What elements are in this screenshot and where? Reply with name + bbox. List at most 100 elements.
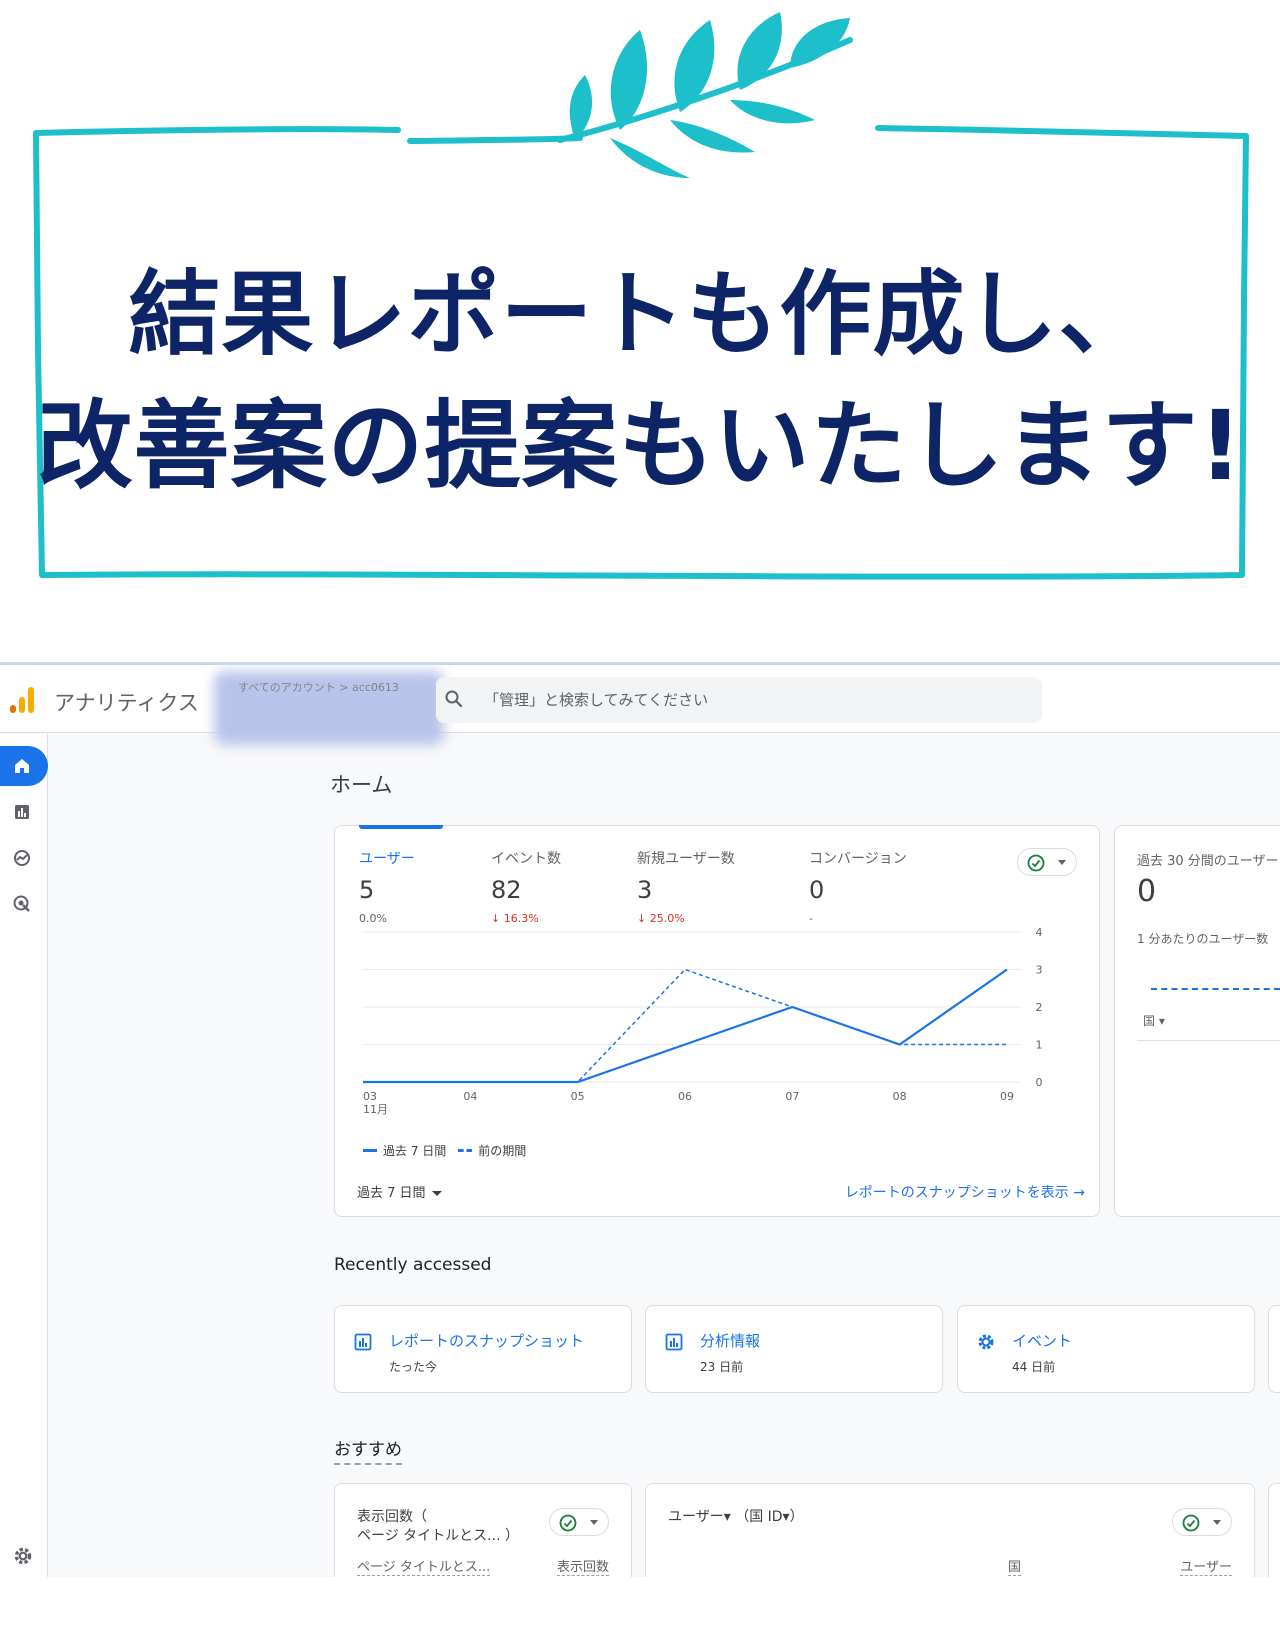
legend-swatch-previous bbox=[458, 1149, 473, 1152]
realtime-bar-placeholder bbox=[1151, 988, 1280, 990]
recent-item-time: 23 日前 bbox=[700, 1360, 744, 1374]
x-tick-label: 07 bbox=[785, 1090, 799, 1103]
x-tick-label: 05 bbox=[571, 1090, 585, 1103]
app-name: アナリティクス bbox=[54, 691, 199, 715]
analytics-logo-icon bbox=[10, 685, 36, 713]
metric-label: コンバージョン bbox=[809, 851, 907, 867]
recommendation-card[interactable]: 表示回数（ ページ タイトルとス... ） ページ タイトルとス... 表示回数 bbox=[334, 1483, 632, 1577]
recommendation-title-line: 表示回数（ bbox=[357, 1509, 427, 1525]
status-check-dropdown[interactable] bbox=[1172, 1508, 1232, 1536]
chevron-down-icon bbox=[590, 1520, 598, 1525]
y-tick-label: 4 bbox=[1036, 926, 1043, 939]
metric-users[interactable]: ユーザー 5 0.0% bbox=[359, 848, 415, 925]
column-header[interactable]: 表示回数 bbox=[556, 1556, 609, 1576]
nav-explore[interactable] bbox=[0, 838, 48, 878]
metric-label: 新規ユーザー数 bbox=[637, 851, 735, 867]
chevron-down-icon bbox=[1213, 1520, 1221, 1525]
recommendation-title: 表示回数（ ページ タイトルとス... ） bbox=[357, 1508, 519, 1546]
check-circle-icon bbox=[1027, 854, 1045, 872]
report-icon bbox=[354, 1333, 372, 1351]
search-icon[interactable] bbox=[444, 689, 464, 709]
search-placeholder[interactable]: 「管理」と検索してみてください bbox=[484, 689, 708, 710]
realtime-country-label: 国 bbox=[1143, 1014, 1156, 1028]
y-tick-label: 1 bbox=[1036, 1039, 1043, 1052]
home-icon bbox=[15, 759, 29, 773]
x-sub-label: 11月 bbox=[363, 1103, 388, 1116]
legend-previous: 前の期間 bbox=[478, 1144, 527, 1158]
recent-item[interactable]: イベント 44 日前 bbox=[957, 1305, 1255, 1393]
legend-current: 過去 7 日間 bbox=[383, 1144, 447, 1158]
divider bbox=[1137, 1040, 1280, 1041]
metric-value: 0 bbox=[809, 876, 825, 904]
status-check-dropdown[interactable] bbox=[549, 1508, 609, 1536]
caret-down-icon: ▾ bbox=[1155, 1014, 1165, 1028]
active-tab-indicator bbox=[359, 825, 443, 829]
date-range-select[interactable]: 過去 7 日間 bbox=[357, 1182, 442, 1201]
column-header[interactable]: 国 bbox=[1008, 1556, 1022, 1576]
metric-events[interactable]: イベント数 82 ↓ 16.3% bbox=[491, 848, 561, 925]
realtime-sub-label: 1 分あたりのユーザー数 bbox=[1137, 932, 1269, 946]
metric-label: ユーザー bbox=[359, 851, 415, 867]
x-tick-label: 06 bbox=[678, 1090, 692, 1103]
nav-advertising[interactable] bbox=[0, 884, 48, 924]
metric-value: 82 bbox=[491, 876, 522, 904]
recently-accessed-title: Recently accessed bbox=[334, 1255, 492, 1275]
recommendation-title: ユーザー▾ （国 ID▾） bbox=[668, 1509, 804, 1525]
chart-legend: 過去 7 日間 前の期間 bbox=[363, 1142, 526, 1159]
y-tick-label: 2 bbox=[1036, 1001, 1043, 1014]
column-header[interactable]: ページ タイトルとス... bbox=[357, 1556, 491, 1576]
series-line-previous bbox=[363, 968, 1007, 1083]
x-tick-label: 09 bbox=[1000, 1090, 1014, 1103]
realtime-card: 過去 30 分間のユーザー 0 1 分あたりのユーザー数 国 ▾ bbox=[1114, 825, 1280, 1217]
headline-line-2: 改善案の提案もいたします! bbox=[36, 390, 1244, 502]
recommendation-card[interactable] bbox=[1268, 1483, 1280, 1577]
advertising-icon bbox=[13, 895, 30, 912]
legend-swatch-current bbox=[363, 1149, 377, 1152]
recent-item-title: レポートのスナップショット bbox=[389, 1332, 585, 1350]
recent-item-time: たった今 bbox=[389, 1360, 438, 1374]
banner: 結果レポートも作成し、 改善案の提案もいたします! bbox=[0, 0, 1280, 640]
x-tick-label: 03 bbox=[363, 1090, 377, 1103]
recent-item[interactable] bbox=[1268, 1305, 1280, 1393]
nav-home[interactable] bbox=[0, 746, 48, 786]
metric-conversions[interactable]: コンバージョン 0 - bbox=[809, 848, 907, 925]
recent-item[interactable]: 分析情報 23 日前 bbox=[645, 1305, 943, 1393]
realtime-label: 過去 30 分間のユーザー bbox=[1137, 854, 1279, 869]
x-tick-label: 04 bbox=[463, 1090, 477, 1103]
analytics-screenshot: アナリティクス すべてのアカウント > acc0613 「管理」と検索してみてく… bbox=[0, 662, 1280, 1577]
leaf-branch-icon bbox=[557, 12, 853, 178]
recommendation-card[interactable]: ユーザー▾ （国 ID▾） 国 ユーザー bbox=[645, 1483, 1255, 1577]
sidebar bbox=[0, 734, 48, 1577]
chevron-down-icon bbox=[1058, 860, 1066, 865]
status-check-dropdown[interactable] bbox=[1017, 848, 1077, 876]
x-tick-label: 08 bbox=[893, 1090, 907, 1103]
account-breadcrumb[interactable]: すべてのアカウント > acc0613 bbox=[238, 679, 399, 695]
caret-down-icon bbox=[431, 1191, 442, 1196]
bar-chart-icon bbox=[15, 805, 29, 819]
metrics-card: ユーザー 5 0.0% イベント数 82 ↓ 16.3% 新規ユーザー数 3 ↓… bbox=[334, 825, 1100, 1217]
metric-new-users[interactable]: 新規ユーザー数 3 ↓ 25.0% bbox=[637, 848, 735, 925]
metric-value: 3 bbox=[637, 876, 653, 904]
y-tick-label: 3 bbox=[1036, 964, 1043, 977]
recent-item-title: 分析情報 bbox=[700, 1332, 761, 1350]
recommended-title: おすすめ bbox=[334, 1435, 402, 1465]
column-header[interactable]: ユーザー bbox=[1180, 1556, 1232, 1576]
recent-item-title: イベント bbox=[1012, 1332, 1073, 1350]
nav-reports[interactable] bbox=[0, 792, 48, 832]
settings-gear-icon[interactable] bbox=[12, 1545, 34, 1567]
realtime-value: 0 bbox=[1137, 874, 1157, 909]
recent-item[interactable]: レポートのスナップショット たった今 bbox=[334, 1305, 632, 1393]
date-range-label: 過去 7 日間 bbox=[357, 1186, 426, 1201]
check-circle-icon bbox=[1182, 1514, 1200, 1532]
check-circle-icon bbox=[559, 1514, 577, 1532]
explore-icon bbox=[14, 850, 30, 866]
y-tick-label: 0 bbox=[1036, 1076, 1043, 1089]
gear-icon bbox=[978, 1334, 994, 1350]
recommendation-title-line: ページ タイトルとス... ） bbox=[357, 1528, 519, 1544]
top-bar: アナリティクス すべてのアカウント > acc0613 「管理」と検索してみてく… bbox=[0, 665, 1280, 745]
report-icon bbox=[665, 1333, 683, 1351]
page-title: ホーム bbox=[330, 773, 393, 797]
snapshot-link[interactable]: レポートのスナップショットを表示 → bbox=[845, 1182, 1085, 1202]
headline-line-1: 結果レポートも作成し、 bbox=[128, 261, 1152, 368]
realtime-country-select[interactable]: 国 ▾ bbox=[1143, 1012, 1165, 1029]
